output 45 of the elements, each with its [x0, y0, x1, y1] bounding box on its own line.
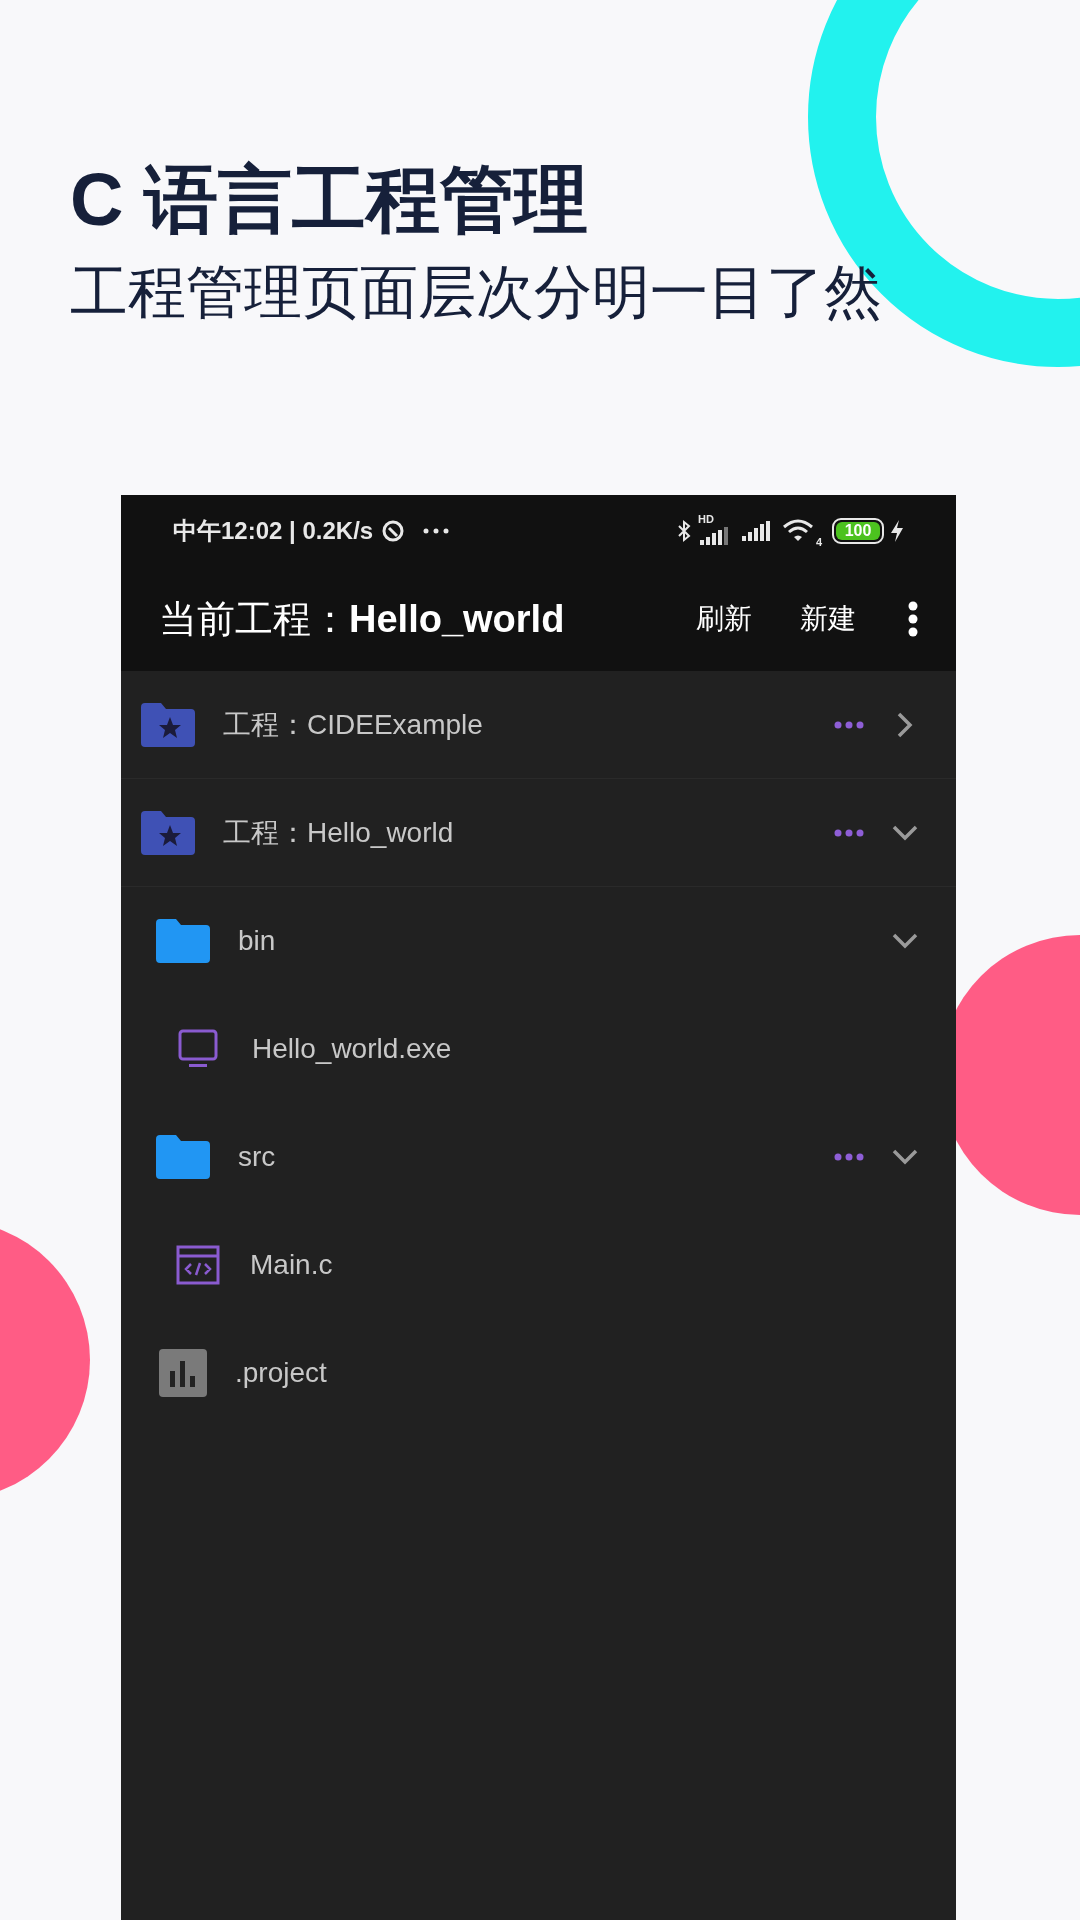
hd-label: HD	[698, 513, 714, 525]
tree-item-label: Main.c	[250, 1248, 333, 1282]
bluetooth-icon	[676, 519, 692, 543]
signal-icon	[700, 527, 730, 545]
tree-item-label: 工程：CIDEExample	[223, 707, 483, 742]
toolbar-action-button[interactable]: 刷新	[696, 598, 752, 640]
more-options-icon[interactable]	[834, 1153, 864, 1161]
tree-item-label: Hello_world.exe	[252, 1032, 452, 1066]
more-options-icon[interactable]	[834, 828, 864, 837]
app-status-icon	[381, 519, 406, 543]
folder-icon	[156, 1135, 210, 1179]
chevron-down-icon[interactable]	[892, 1149, 918, 1165]
tree-item-label: 工程：Hello_world	[223, 815, 454, 850]
tree-row[interactable]: Main.c	[121, 1211, 956, 1319]
more-notifications-icon	[423, 528, 450, 534]
battery-indicator: 100	[832, 518, 884, 544]
tree-item-label: bin	[238, 924, 276, 958]
more-options-icon[interactable]	[834, 720, 864, 729]
bar-chart-file-icon	[159, 1349, 207, 1397]
project-folder-icon	[141, 810, 195, 855]
toolbar-title: 当前工程：Hello_world	[159, 596, 565, 642]
charging-icon	[890, 520, 904, 542]
tree-item-label: .project	[235, 1356, 327, 1390]
headline-title: C 语言工程管理	[70, 157, 589, 243]
wifi-label: 4	[815, 536, 822, 548]
tree-item-label: src	[238, 1140, 276, 1174]
headline-subtitle: 工程管理页面层次分明一目了然	[70, 258, 883, 326]
chevron-down-icon[interactable]	[892, 824, 918, 841]
tree-row[interactable]: .project	[121, 1319, 956, 1427]
tree-row[interactable]: 工程：CIDEExample	[121, 671, 956, 779]
chevron-down-icon[interactable]	[892, 933, 918, 949]
tree-row[interactable]: Hello_world.exe	[121, 995, 956, 1103]
folder-icon	[156, 919, 210, 963]
monitor-icon	[178, 1029, 218, 1069]
code-file-icon	[176, 1245, 220, 1285]
wifi-icon	[782, 518, 814, 542]
tree-row[interactable]: src	[121, 1103, 956, 1211]
project-folder-icon	[141, 702, 195, 747]
toolbar-action-button[interactable]: 新建	[800, 598, 856, 640]
status-time: 中午12:02 | 0.2K/s	[173, 516, 374, 546]
chevron-right-icon[interactable]	[897, 711, 913, 738]
tree-row[interactable]: bin	[121, 887, 956, 995]
tree-row[interactable]: 工程：Hello_world	[121, 779, 956, 887]
overflow-menu-icon[interactable]	[908, 601, 918, 637]
signal-icon	[742, 521, 772, 541]
